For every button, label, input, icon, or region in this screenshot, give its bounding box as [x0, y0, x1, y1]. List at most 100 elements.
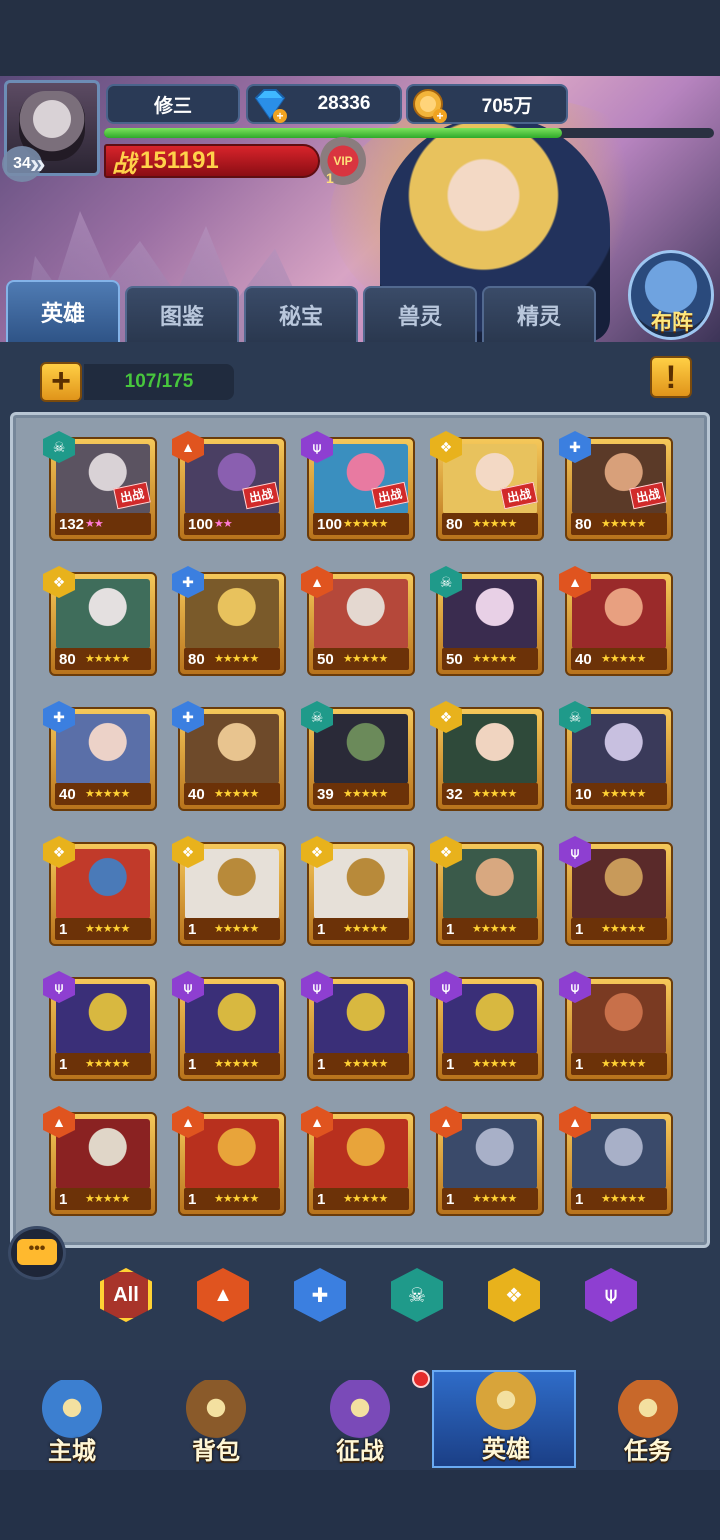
hero-card-footer: 50 ★★★★★ — [313, 648, 409, 670]
hero-card[interactable]: ⍦ 1 ★★★★★ — [172, 971, 286, 1081]
hero-card-footer: 40 ★★★★★ — [55, 783, 151, 805]
hero-level: 1 — [575, 1190, 584, 1208]
tab-3[interactable]: 秘宝 — [244, 286, 358, 342]
nav-chest[interactable]: 背包 — [144, 1380, 288, 1468]
hero-level: 1 — [575, 1055, 584, 1073]
hero-card[interactable]: ▲ 1 ★★★★★ — [559, 1106, 673, 1216]
star-rating: ★★★★★ — [85, 652, 130, 665]
hero-level: 1 — [446, 920, 455, 938]
hero-card[interactable]: ❖ 1 ★★★★★ — [430, 836, 544, 946]
hero-card-footer: 1 ★★★★★ — [313, 1053, 409, 1075]
hero-card[interactable]: ☠ 10 ★★★★★ — [559, 701, 673, 811]
hero-card-footer: 40 ★★★★★ — [184, 783, 280, 805]
hero-card[interactable]: ❖ 1 ★★★★★ — [301, 836, 415, 946]
hero-level: 1 — [59, 1190, 68, 1208]
hero-card[interactable]: ⍦ 1 ★★★★★ — [559, 971, 673, 1081]
hero-card[interactable]: ▲ 1 ★★★★★ — [430, 1106, 544, 1216]
hero-card[interactable]: ⍦ 1 ★★★★★ — [430, 971, 544, 1081]
hero-card[interactable]: ▲ 50 ★★★★★ — [301, 566, 415, 676]
hero-card-footer: 132 ★★ — [55, 513, 151, 535]
star-rating: ★★★★★ — [472, 787, 517, 800]
filter-dark-icon[interactable]: ⍦ — [585, 1268, 637, 1322]
star-rating: ★★★★★ — [601, 517, 646, 530]
hero-level: 1 — [59, 1055, 68, 1073]
chevron-right-icon[interactable]: » — [30, 148, 45, 180]
power-label: 战 — [112, 150, 136, 178]
filter-death-icon[interactable]: ☠ — [391, 1268, 443, 1322]
star-rating: ★★★★★ — [343, 517, 388, 530]
hero-card[interactable]: ☠ 39 ★★★★★ — [301, 701, 415, 811]
hero-card-footer: 39 ★★★★★ — [313, 783, 409, 805]
hero-level: 39 — [317, 785, 334, 803]
nav-scroll[interactable]: 任务 — [576, 1380, 720, 1468]
hero-card[interactable]: ▲ 1 ★★★★★ — [172, 1106, 286, 1216]
heroes-screen: { "player": { "name": "修三", "level": "34… — [0, 0, 720, 1540]
star-rating: ★★★★★ — [343, 652, 388, 665]
hero-level: 80 — [575, 515, 592, 533]
star-rating: ★★★★★ — [85, 787, 130, 800]
hero-card-footer: 1 ★★★★★ — [571, 1188, 667, 1210]
hero-card[interactable]: ▲ 1 ★★★★★ — [301, 1106, 415, 1216]
filter-water-icon[interactable]: ✚ — [294, 1268, 346, 1322]
hero-level: 50 — [317, 650, 334, 668]
hero-card[interactable]: ▲ 40 ★★★★★ — [559, 566, 673, 676]
hero-card[interactable]: ❖ 32 ★★★★★ — [430, 701, 544, 811]
xp-fill — [104, 128, 562, 138]
chat-bubble-icon: ••• — [17, 1239, 57, 1265]
hero-card[interactable]: ⍦ 1 ★★★★★ — [301, 971, 415, 1081]
coin-amount: 705万 — [481, 95, 533, 117]
info-button[interactable]: ! — [650, 356, 692, 398]
tab-2[interactable]: 图鉴 — [125, 286, 239, 342]
filter-all-button[interactable]: All — [100, 1268, 152, 1322]
tab-1[interactable]: 英雄 — [6, 280, 120, 342]
hero-card[interactable]: ✚ 80 ★★★★★ — [172, 566, 286, 676]
gem-counter[interactable]: + 28336 — [246, 84, 402, 124]
hero-card[interactable]: ⍦ 出战 100 ★★★★★ — [301, 431, 415, 541]
hero-card-footer: 50 ★★★★★ — [442, 648, 538, 670]
star-rating: ★★★★★ — [472, 517, 517, 530]
hero-card-footer: 1 ★★★★★ — [184, 1188, 280, 1210]
nav-portal[interactable]: 征战 — [288, 1380, 432, 1468]
hero-card[interactable]: ☠ 出战 132 ★★ — [43, 431, 157, 541]
hero-card[interactable]: ✚ 出战 80 ★★★★★ — [559, 431, 673, 541]
hero-level: 10 — [575, 785, 592, 803]
filter-fire-icon[interactable]: ▲ — [197, 1268, 249, 1322]
bottom-navigation: 主城 背包 征战 英雄 任务 — [0, 1370, 720, 1470]
hero-level: 80 — [446, 515, 463, 533]
formation-button-label[interactable]: 布阵 — [632, 306, 712, 336]
hero-card[interactable]: ▲ 1 ★★★★★ — [43, 1106, 157, 1216]
hero-card[interactable]: ▲ 出战 100 ★★ — [172, 431, 286, 541]
hero-card-footer: 1 ★★★★★ — [184, 1053, 280, 1075]
hero-card[interactable]: ☠ 50 ★★★★★ — [430, 566, 544, 676]
hero-card[interactable]: ⍦ 1 ★★★★★ — [559, 836, 673, 946]
hero-card[interactable]: ⍦ 1 ★★★★★ — [43, 971, 157, 1081]
hero-card-footer: 1 ★★★★★ — [313, 1188, 409, 1210]
star-rating: ★★★★★ — [214, 922, 259, 935]
hero-card[interactable]: ❖ 1 ★★★★★ — [43, 836, 157, 946]
svg-text:+: + — [276, 109, 283, 123]
star-rating: ★★★★★ — [343, 787, 388, 800]
hero-card[interactable]: ✚ 40 ★★★★★ — [43, 701, 157, 811]
hero-card-footer: 100 ★★ — [184, 513, 280, 535]
hero-level: 40 — [59, 785, 76, 803]
tab-4[interactable]: 兽灵 — [363, 286, 477, 342]
hero-card[interactable]: ❖ 80 ★★★★★ — [43, 566, 157, 676]
notification-dot — [412, 1370, 430, 1388]
hero-card-footer: 1 ★★★★★ — [55, 918, 151, 940]
hero-card-footer: 100 ★★★★★ — [313, 513, 409, 535]
star-rating: ★★★★★ — [214, 1192, 259, 1205]
vip-level: 1 — [326, 170, 334, 186]
xp-bar — [104, 128, 714, 138]
add-slots-button[interactable]: + — [40, 362, 82, 402]
coin-counter[interactable]: + 705万 — [406, 84, 568, 124]
tab-5[interactable]: 精灵 — [482, 286, 596, 342]
filter-light-icon[interactable]: ❖ — [488, 1268, 540, 1322]
hero-card[interactable]: ❖ 1 ★★★★★ — [172, 836, 286, 946]
nav-helmet[interactable]: 英雄 — [432, 1370, 576, 1468]
hero-card[interactable]: ✚ 40 ★★★★★ — [172, 701, 286, 811]
hero-card[interactable]: ❖ 出战 80 ★★★★★ — [430, 431, 544, 541]
nav-castle[interactable]: 主城 — [0, 1380, 144, 1468]
hero-card-footer: 40 ★★★★★ — [571, 648, 667, 670]
player-name-pill: 修三 — [106, 84, 240, 124]
hero-card-footer: 80 ★★★★★ — [55, 648, 151, 670]
